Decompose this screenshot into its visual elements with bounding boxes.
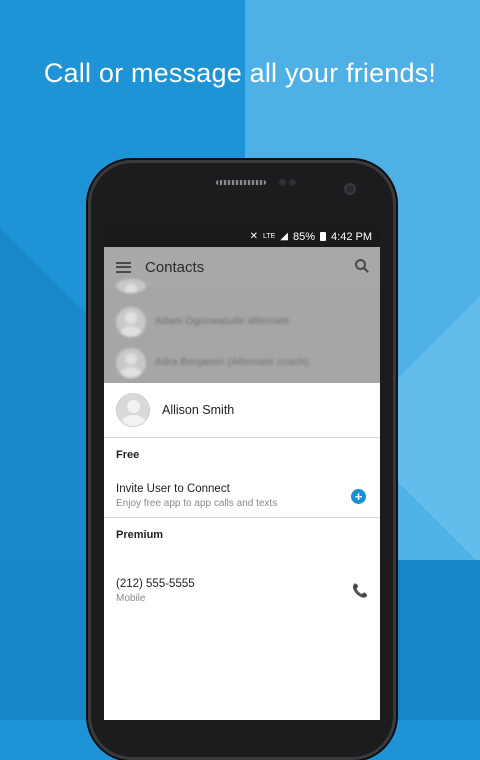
- section-header-premium: Premium: [116, 529, 164, 541]
- phone-icon[interactable]: 📞: [352, 584, 368, 598]
- mute-icon: ✕: [249, 231, 258, 242]
- option-subtitle: Enjoy free app to app calls and texts: [116, 498, 278, 509]
- list-item[interactable]: Adra Benjamin (Alternate coach): [104, 342, 380, 383]
- phone-frame: ✕ LTE ◢ 85% 4:42 PM Contacts Adam Ogunwa…: [88, 160, 396, 760]
- avatar: [116, 279, 146, 293]
- phone-screen: ✕ LTE ◢ 85% 4:42 PM Contacts Adam Ogunwa…: [104, 226, 380, 720]
- add-icon[interactable]: +: [351, 489, 366, 504]
- phone-speaker: [216, 180, 266, 185]
- contact-name-blurred: Adra Benjamin (Alternate coach): [155, 357, 309, 368]
- selected-contact[interactable]: Allison Smith: [104, 383, 380, 438]
- section-header-free: Free: [116, 449, 140, 461]
- phone-sensor-dot: [279, 179, 286, 186]
- avatar: [116, 347, 146, 378]
- promo-headline: Call or message all your friends!: [43, 58, 437, 88]
- option-title: Invite User to Connect: [116, 483, 230, 495]
- menu-icon[interactable]: [116, 261, 131, 273]
- front-camera: [346, 185, 354, 193]
- contact-name: Allison Smith: [162, 403, 235, 417]
- contact-name-blurred: Adam Ogunwalude alternate: [155, 316, 290, 327]
- phone-sensor-dot: [289, 179, 296, 186]
- premium-call-option[interactable]: (212) 555-5555 Mobile 📞: [104, 542, 380, 612]
- list-item[interactable]: [104, 279, 380, 301]
- avatar: [116, 393, 150, 427]
- page-title: Contacts: [145, 258, 205, 276]
- signal-icon: ◢: [280, 231, 288, 242]
- app-bar: Contacts: [104, 247, 380, 287]
- dimmed-contact-list[interactable]: Adam Ogunwalude alternate Adra Benjamin …: [104, 279, 380, 383]
- battery-percent: 85%: [293, 230, 316, 243]
- status-bar: ✕ LTE ◢ 85% 4:42 PM: [104, 226, 380, 247]
- list-item[interactable]: Adam Ogunwalude alternate: [104, 301, 380, 342]
- invite-user-option[interactable]: Invite User to Connect Enjoy free app to…: [104, 462, 380, 517]
- phone-number: (212) 555-5555: [116, 578, 195, 590]
- search-icon[interactable]: [355, 259, 366, 270]
- phone-type-label: Mobile: [116, 593, 146, 604]
- clock: 4:42 PM: [331, 230, 372, 243]
- network-type: LTE: [262, 233, 276, 240]
- avatar: [116, 306, 146, 337]
- battery-icon: [320, 232, 327, 241]
